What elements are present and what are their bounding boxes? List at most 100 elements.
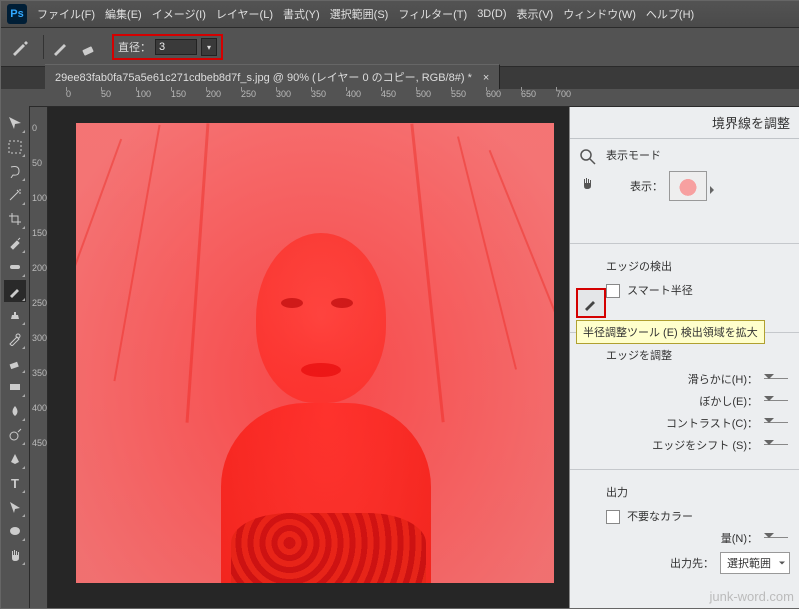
ruler-tick: 400 (346, 89, 361, 99)
panel-title: 境界線を調整 (570, 107, 799, 139)
menu-view[interactable]: 表示(V) (517, 6, 554, 22)
output-to-label: 出力先： (606, 555, 714, 571)
marquee-tool-icon[interactable] (4, 136, 26, 158)
ruler-vertical[interactable]: 0 50 100 150 200 250 300 350 400 450 (30, 107, 48, 609)
hand-tool-icon[interactable] (4, 544, 26, 566)
ruler-tick: 500 (416, 89, 431, 99)
contrast-label: コントラスト(C)： (606, 415, 758, 431)
pen-tool-icon[interactable] (4, 448, 26, 470)
healing-brush-tool-icon[interactable] (4, 256, 26, 278)
smart-radius-label: スマート半径 (627, 285, 693, 297)
view-mode-swatch[interactable] (669, 171, 707, 201)
ruler-tick: 400 (32, 403, 47, 413)
canvas-area[interactable]: 境界線を調整 表示モード 表示： (48, 107, 799, 609)
ruler-tick: 700 (556, 89, 571, 99)
amount-label: 量(N)： (606, 530, 758, 546)
menu-filter[interactable]: フィルター(T) (398, 6, 467, 22)
ruler-tick: 250 (241, 89, 256, 99)
output-to-select[interactable]: 選択範囲 (720, 552, 790, 574)
menu-edit[interactable]: 編集(E) (105, 6, 142, 22)
menu-select[interactable]: 選択範囲(S) (330, 6, 389, 22)
refine-erase-brush-icon[interactable] (78, 36, 100, 58)
watermark: junk-word.com (709, 589, 794, 604)
ruler-tick: 350 (32, 368, 47, 378)
ruler-tick: 150 (32, 228, 47, 238)
shape-tool-icon[interactable] (4, 520, 26, 542)
ruler-tick: 50 (32, 158, 42, 168)
ruler-tick: 100 (136, 89, 151, 99)
dodge-tool-icon[interactable] (4, 424, 26, 446)
ruler-tick: 450 (32, 438, 47, 448)
brush-diameter-group: 直径： ▾ (112, 34, 223, 60)
smooth-label: 滑らかに(H)： (606, 371, 758, 387)
brush-preset-icon[interactable] (9, 36, 31, 58)
ruler-tick: 250 (32, 298, 47, 308)
menu-bar: Ps ファイル(F) 編集(E) イメージ(I) レイヤー(L) 書式(Y) 選… (1, 1, 799, 28)
shift-edge-slider[interactable] (764, 440, 790, 450)
view-mode-label: 表示モード (606, 147, 790, 163)
adjust-edge-label: エッジを調整 (606, 347, 790, 363)
path-select-tool-icon[interactable] (4, 496, 26, 518)
move-tool-icon[interactable] (4, 112, 26, 134)
crop-tool-icon[interactable] (4, 208, 26, 230)
history-brush-tool-icon[interactable] (4, 328, 26, 350)
ruler-tick: 100 (32, 193, 47, 203)
menu-image[interactable]: イメージ(I) (152, 6, 206, 22)
ruler-tick: 0 (32, 123, 37, 133)
document-tab-row: 29ee83fab0fa75a5e61c271cdbeb8d7f_s.jpg @… (1, 67, 799, 89)
document-tab[interactable]: 29ee83fab0fa75a5e61c271cdbeb8d7f_s.jpg @… (45, 64, 500, 89)
decontaminate-checkbox[interactable] (606, 510, 620, 524)
output-label: 出力 (606, 484, 790, 500)
brush-diameter-label: 直径： (118, 39, 151, 55)
menu-layer[interactable]: レイヤー(L) (216, 6, 273, 22)
refine-radius-tool-button[interactable] (576, 288, 606, 318)
menu-3d[interactable]: 3D(D) (477, 8, 506, 20)
lasso-tool-icon[interactable] (4, 160, 26, 182)
ruler-tick: 300 (276, 89, 291, 99)
document-image (76, 123, 554, 583)
tool-palette: T (1, 107, 30, 609)
ruler-horizontal[interactable]: 0 50 100 150 200 250 300 350 400 450 500… (29, 89, 799, 107)
ruler-tick: 600 (486, 89, 501, 99)
document-tab-title: 29ee83fab0fa75a5e61c271cdbeb8d7f_s.jpg @… (55, 72, 472, 84)
hand-icon[interactable] (578, 173, 598, 193)
ruler-tick: 300 (32, 333, 47, 343)
ruler-tick: 550 (451, 89, 466, 99)
options-bar: 直径： ▾ (1, 28, 799, 67)
menu-help[interactable]: ヘルプ(H) (646, 6, 694, 22)
ruler-tick: 450 (381, 89, 396, 99)
app-logo: Ps (7, 4, 27, 24)
ruler-tick: 350 (311, 89, 326, 99)
brush-diameter-dropdown[interactable]: ▾ (201, 38, 217, 56)
close-icon[interactable]: × (483, 72, 489, 84)
clone-stamp-tool-icon[interactable] (4, 304, 26, 326)
ruler-tick: 650 (521, 89, 536, 99)
ruler-tick: 50 (101, 89, 111, 99)
ruler-tick: 200 (32, 263, 47, 273)
contrast-slider[interactable] (764, 418, 790, 428)
type-tool-icon[interactable]: T (4, 472, 26, 494)
menu-type[interactable]: 書式(Y) (283, 6, 320, 22)
smart-radius-checkbox[interactable] (606, 284, 620, 298)
amount-slider[interactable] (764, 533, 790, 543)
brush-diameter-input[interactable] (155, 39, 197, 55)
ruler-tick: 0 (66, 89, 71, 99)
ruler-tick: 150 (171, 89, 186, 99)
gradient-tool-icon[interactable] (4, 376, 26, 398)
feather-label: ぼかし(E)： (606, 393, 758, 409)
eraser-tool-icon[interactable] (4, 352, 26, 374)
ruler-tick: 200 (206, 89, 221, 99)
shift-edge-label: エッジをシフト (S)： (606, 437, 758, 453)
eyedropper-tool-icon[interactable] (4, 232, 26, 254)
refine-edge-panel: 境界線を調整 表示モード 表示： (569, 107, 799, 609)
menu-window[interactable]: ウィンドウ(W) (563, 6, 636, 22)
zoom-icon[interactable] (578, 147, 598, 167)
refine-add-brush-icon[interactable] (50, 36, 72, 58)
smooth-slider[interactable] (764, 374, 790, 384)
blur-tool-icon[interactable] (4, 400, 26, 422)
magic-wand-tool-icon[interactable] (4, 184, 26, 206)
menu-file[interactable]: ファイル(F) (37, 6, 95, 22)
feather-slider[interactable] (764, 396, 790, 406)
brush-tool-icon[interactable] (4, 280, 26, 302)
decontaminate-label: 不要なカラー (627, 511, 693, 523)
